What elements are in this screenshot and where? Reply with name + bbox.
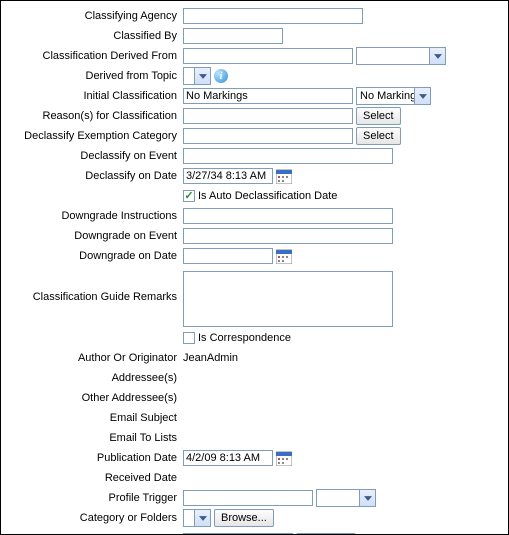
- declassify-on-date-input[interactable]: [183, 168, 273, 184]
- addressees-label: Addressee(s): [7, 372, 183, 384]
- email-subject-label: Email Subject: [7, 412, 183, 424]
- profile-trigger-label: Profile Trigger: [7, 492, 183, 504]
- declassify-on-date-label: Declassify on Date: [7, 170, 183, 182]
- classified-by-label: Classified By: [7, 30, 183, 42]
- chevron-down-icon: [359, 490, 375, 506]
- calendar-icon[interactable]: [276, 168, 292, 184]
- chevron-down-icon: [429, 48, 445, 64]
- downgrade-on-event-label: Downgrade on Event: [7, 230, 183, 242]
- profile-trigger-dropdown[interactable]: [316, 489, 376, 507]
- declassify-exemption-category-input[interactable]: [183, 128, 353, 144]
- chevron-down-icon: [194, 68, 210, 84]
- downgrade-on-date-label: Downgrade on Date: [7, 250, 183, 262]
- calendar-icon[interactable]: [276, 450, 292, 466]
- publication-date-input[interactable]: [183, 450, 273, 466]
- classifying-agency-label: Classifying Agency: [7, 10, 183, 22]
- info-icon[interactable]: i: [214, 69, 228, 83]
- chevron-down-icon: [194, 510, 210, 526]
- select-exemption-button[interactable]: Select: [356, 127, 401, 145]
- form-frame: Classifying Agency Classified By Classif…: [0, 0, 509, 535]
- classified-by-input[interactable]: [183, 28, 283, 44]
- is-correspondence-checkbox[interactable]: [183, 332, 195, 344]
- declassify-on-event-input[interactable]: [183, 148, 393, 164]
- downgrade-instructions-input[interactable]: [183, 208, 393, 224]
- auto-declassification-checkbox[interactable]: [183, 190, 195, 202]
- email-to-lists-label: Email To Lists: [7, 432, 183, 444]
- classification-guide-remarks-label: Classification Guide Remarks: [7, 271, 183, 303]
- derived-from-topic-dropdown[interactable]: [183, 67, 211, 85]
- declassify-on-event-label: Declassify on Event: [7, 150, 183, 162]
- auto-declassification-label: Is Auto Declassification Date: [198, 190, 337, 202]
- classification-guide-remarks-textarea[interactable]: [183, 271, 393, 327]
- received-date-label: Received Date: [7, 472, 183, 484]
- browse-category-button[interactable]: Browse...: [214, 509, 274, 527]
- reasons-for-classification-input[interactable]: [183, 108, 353, 124]
- calendar-icon[interactable]: [276, 248, 292, 264]
- initial-classification-label: Initial Classification: [7, 90, 183, 102]
- select-reasons-button[interactable]: Select: [356, 107, 401, 125]
- other-addressees-label: Other Addressee(s): [7, 392, 183, 404]
- downgrade-on-date-input[interactable]: [183, 248, 273, 264]
- chevron-down-icon: [414, 88, 430, 104]
- classification-derived-from-input[interactable]: [183, 48, 353, 64]
- category-or-folders-label: Category or Folders: [7, 512, 183, 524]
- reasons-for-classification-label: Reason(s) for Classification: [7, 110, 183, 122]
- publication-date-label: Publication Date: [7, 452, 183, 464]
- author-or-originator-label: Author Or Originator: [7, 352, 183, 364]
- author-or-originator-value: JeanAdmin: [183, 352, 238, 364]
- initial-classification-dropdown[interactable]: No Markings: [356, 87, 431, 105]
- downgrade-instructions-label: Downgrade Instructions: [7, 210, 183, 222]
- initial-classification-input[interactable]: [183, 88, 353, 104]
- classification-derived-from-label: Classification Derived From: [7, 50, 183, 62]
- declassify-exemption-category-label: Declassify Exemption Category: [7, 130, 183, 142]
- classifying-agency-input[interactable]: [183, 8, 363, 24]
- category-or-folders-dropdown[interactable]: [183, 509, 211, 527]
- derived-from-topic-label: Derived from Topic: [7, 70, 183, 82]
- downgrade-on-event-input[interactable]: [183, 228, 393, 244]
- is-correspondence-label: Is Correspondence: [198, 332, 291, 344]
- classification-derived-from-dropdown[interactable]: [356, 47, 446, 65]
- profile-trigger-input[interactable]: [183, 490, 313, 506]
